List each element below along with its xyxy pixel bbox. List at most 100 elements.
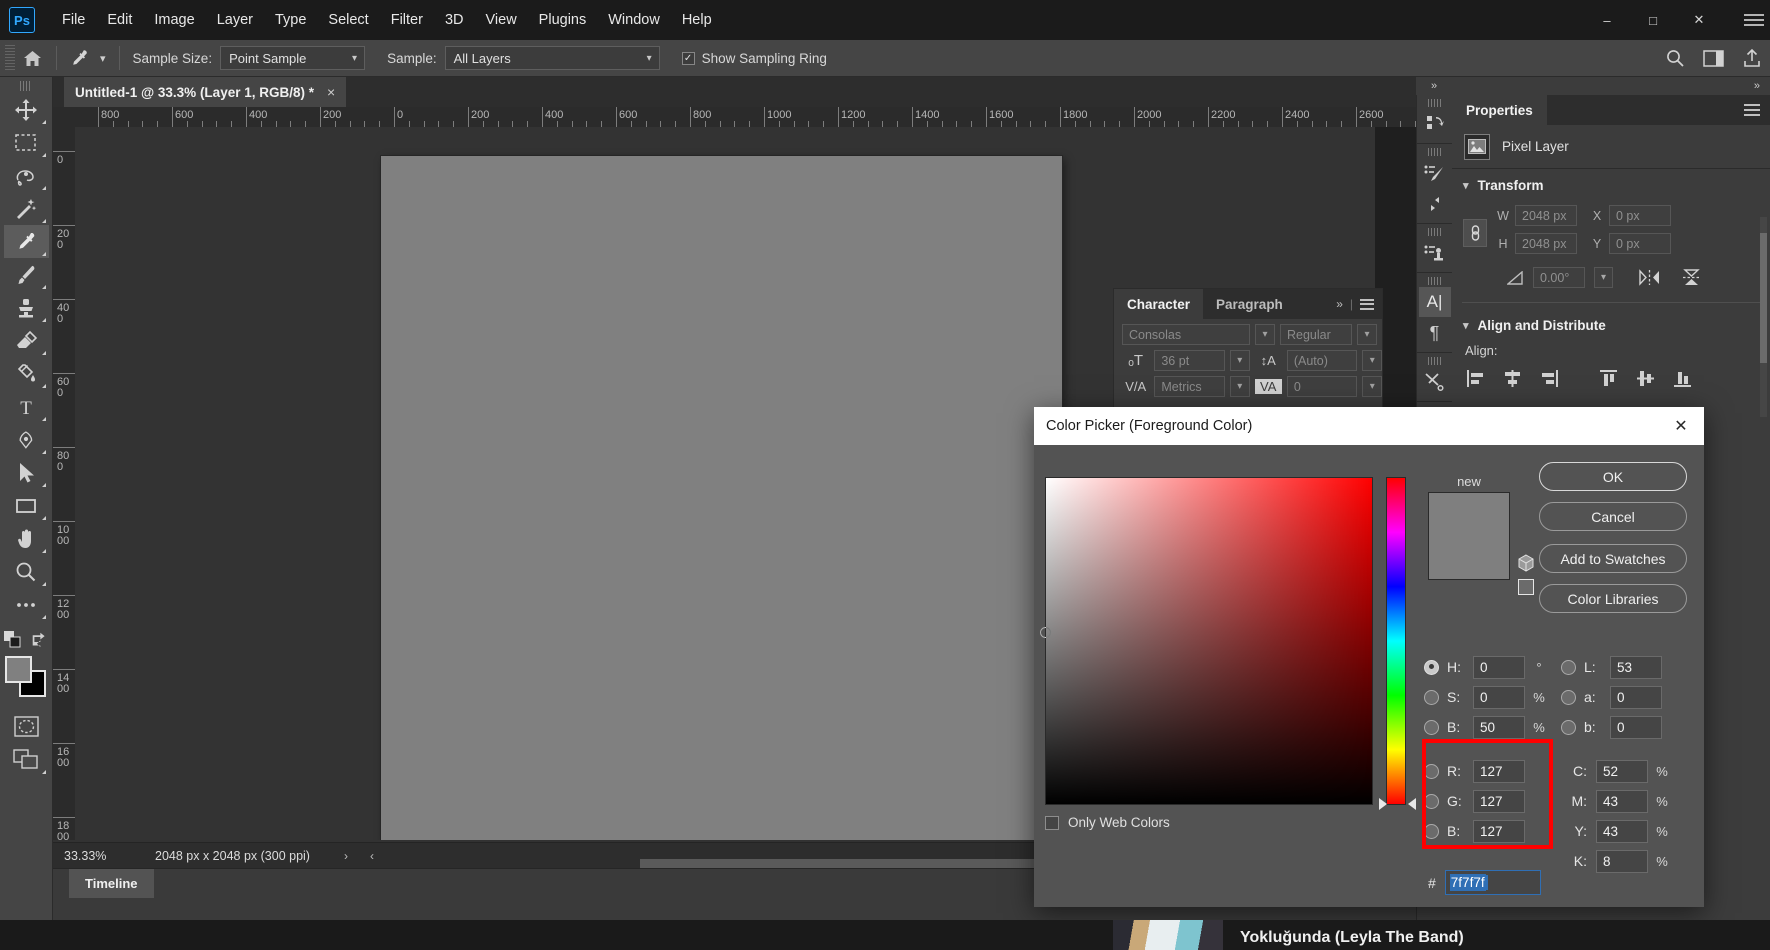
menu-layer[interactable]: Layer	[206, 6, 264, 34]
tracking-field[interactable]: 0	[1286, 376, 1358, 397]
tab-properties[interactable]: Properties	[1452, 95, 1547, 125]
properties-collapse-button[interactable]: »	[1452, 77, 1770, 95]
chevron-down-icon[interactable]: ▾	[1255, 324, 1275, 345]
tool-strip-grip[interactable]	[20, 81, 32, 91]
media-thumbnail[interactable]	[1113, 920, 1223, 950]
panel-menu-icon[interactable]	[1744, 104, 1760, 116]
adjustments-icon[interactable]	[1419, 158, 1451, 188]
app-menu-icon[interactable]	[1744, 9, 1764, 31]
hand-tool[interactable]	[4, 522, 49, 555]
hsb-B-radio[interactable]	[1424, 719, 1439, 735]
sample-size-select[interactable]: Point Sample ▾	[220, 46, 366, 70]
lab-a-field[interactable]: 0	[1610, 685, 1662, 709]
rgb-R-radio[interactable]	[1424, 763, 1439, 779]
hsb-S-field[interactable]: 0	[1473, 685, 1525, 709]
menu-file[interactable]: File	[51, 6, 96, 34]
rgb-R-field[interactable]: 127	[1473, 759, 1525, 783]
default-colors-icon[interactable]	[4, 631, 21, 648]
menu-image[interactable]: Image	[143, 6, 205, 34]
pen-tool[interactable]	[4, 423, 49, 456]
chevron-down-icon[interactable]: ▾	[1362, 350, 1382, 371]
search-icon[interactable]	[1665, 48, 1685, 68]
web-color-warning-icon[interactable]	[1518, 579, 1534, 595]
eraser-tool[interactable]	[4, 324, 49, 357]
actions-icon[interactable]	[1419, 367, 1451, 397]
font-style-field[interactable]: Regular	[1280, 324, 1352, 345]
paragraph-icon[interactable]: ¶	[1419, 318, 1451, 348]
tab-character[interactable]: Character	[1114, 289, 1204, 319]
hsb-H-radio[interactable]	[1424, 659, 1439, 675]
expand-chevron-icon[interactable]: »	[1336, 297, 1343, 311]
saturation-brightness-field[interactable]	[1040, 477, 1373, 805]
menu-plugins[interactable]: Plugins	[528, 6, 598, 34]
x-field[interactable]: 0 px	[1609, 205, 1671, 226]
path-selection-tool[interactable]	[4, 456, 49, 489]
height-field[interactable]: 2048 px	[1515, 233, 1577, 254]
align-center-horizontal-icon[interactable]	[1501, 367, 1523, 389]
rectangle-tool[interactable]	[4, 489, 49, 522]
status-forward-icon[interactable]: ›	[333, 849, 359, 863]
align-bottom-icon[interactable]	[1671, 367, 1693, 389]
screen-mode-button[interactable]	[4, 743, 49, 776]
hsb-S-radio[interactable]	[1424, 689, 1439, 705]
rail-grip[interactable]	[1427, 148, 1442, 156]
close-icon[interactable]: ×	[327, 84, 335, 100]
properties-scrollbar[interactable]	[1760, 217, 1767, 417]
gamut-warning-icon[interactable]	[1517, 554, 1535, 572]
link-icon[interactable]	[1463, 219, 1487, 247]
cmyk-C-field[interactable]: 52	[1596, 759, 1648, 783]
foreground-color-swatch[interactable]	[5, 656, 32, 683]
rgb-B-field[interactable]: 127	[1473, 819, 1525, 843]
levels-icon[interactable]	[1419, 189, 1451, 219]
align-left-icon[interactable]	[1464, 367, 1486, 389]
rgb-G-radio[interactable]	[1424, 793, 1439, 809]
document-tab[interactable]: Untitled-1 @ 33.3% (Layer 1, RGB/8) * ×	[64, 77, 347, 107]
hue-slider-handle-right[interactable]	[1408, 798, 1416, 810]
clone-stamp-tool[interactable]	[4, 291, 49, 324]
chevron-down-icon[interactable]: ▾	[1594, 267, 1613, 288]
menu-window[interactable]: Window	[597, 6, 671, 34]
color-libraries-button[interactable]: Color Libraries	[1539, 584, 1687, 613]
styles-icon[interactable]	[1419, 238, 1451, 268]
paint-bucket-tool[interactable]	[4, 357, 49, 390]
edit-toolbar-button[interactable]	[4, 588, 49, 621]
share-icon[interactable]	[1742, 48, 1762, 68]
workspace-icon[interactable]	[1703, 49, 1724, 67]
tab-timeline[interactable]: Timeline	[69, 869, 154, 898]
color-preview-swatch[interactable]	[1428, 492, 1510, 580]
font-size-field[interactable]: 36 pt	[1154, 350, 1225, 371]
rgb-G-field[interactable]: 127	[1473, 789, 1525, 813]
menu-select[interactable]: Select	[317, 6, 379, 34]
tab-paragraph[interactable]: Paragraph	[1203, 289, 1296, 319]
flip-horizontal-icon[interactable]	[1638, 269, 1661, 286]
swap-colors-icon[interactable]	[31, 631, 48, 648]
color-picker-title-bar[interactable]: Color Picker (Foreground Color) ✕	[1034, 407, 1704, 445]
hsb-H-field[interactable]: 0	[1473, 655, 1525, 679]
chevron-down-icon[interactable]: ▾	[1357, 324, 1377, 345]
hsb-B-field[interactable]: 50	[1473, 715, 1525, 739]
options-bar-grip[interactable]	[5, 45, 15, 71]
dock-collapse-button[interactable]: »	[1416, 77, 1452, 95]
cmyk-M-field[interactable]: 43	[1596, 789, 1648, 813]
zoom-tool[interactable]	[4, 555, 49, 588]
color-field-marker[interactable]	[1040, 627, 1051, 638]
cancel-button[interactable]: Cancel	[1539, 502, 1687, 531]
menu-help[interactable]: Help	[671, 6, 723, 34]
brush-tool[interactable]	[4, 258, 49, 291]
home-icon[interactable]	[15, 43, 49, 73]
align-center-vertical-icon[interactable]	[1634, 367, 1656, 389]
kerning-field[interactable]: Metrics	[1154, 376, 1225, 397]
rail-grip[interactable]	[1427, 277, 1442, 285]
rail-grip[interactable]	[1427, 99, 1442, 107]
flip-vertical-icon[interactable]	[1682, 268, 1701, 287]
chevron-down-icon[interactable]: ▾	[1362, 376, 1382, 397]
sample-select[interactable]: All Layers ▾	[444, 46, 660, 70]
lab-a-radio[interactable]	[1561, 689, 1576, 705]
ok-button[interactable]: OK	[1539, 462, 1687, 491]
chevron-down-icon[interactable]: ▾	[1229, 376, 1250, 397]
close-icon[interactable]: ✕	[1658, 407, 1704, 445]
leading-field[interactable]: (Auto)	[1286, 350, 1358, 371]
add-to-swatches-button[interactable]: Add to Swatches	[1539, 544, 1687, 573]
lab-L-radio[interactable]	[1561, 659, 1576, 675]
type-tool[interactable]: T	[4, 390, 49, 423]
